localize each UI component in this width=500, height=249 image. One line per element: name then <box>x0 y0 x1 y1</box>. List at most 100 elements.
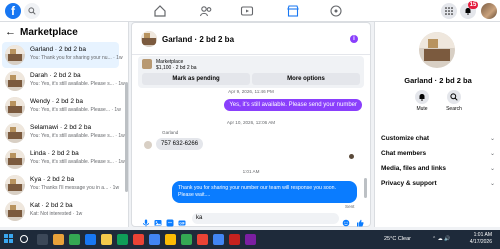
item-label: Chat members <box>381 150 427 157</box>
chevron-down-icon: ⌄ <box>489 181 495 187</box>
notification-badge: 15 <box>468 1 478 9</box>
info-icon[interactable]: i <box>350 35 358 43</box>
chrome-profile-icon[interactable] <box>117 234 128 245</box>
video-nav-icon[interactable] <box>240 4 254 18</box>
clock[interactable]: 1:01 AM 4/17/2026 <box>462 232 492 246</box>
conversation-title: Selamawi · 2 bd 2 ba <box>30 124 92 131</box>
listing-thumbnail[interactable] <box>142 59 152 69</box>
weather-widget[interactable]: 25°C Clear <box>384 236 411 242</box>
edge-icon[interactable] <box>85 234 96 245</box>
conversation-title: Garland · 2 bd 2 ba <box>30 46 87 53</box>
listing-price: $1,100 · 2 bd 2 ba <box>156 65 197 71</box>
chat-scrollbar[interactable] <box>364 178 367 198</box>
mute-label: Mute <box>416 106 428 112</box>
search-conversation-button[interactable]: Search <box>439 90 469 112</box>
app-icon[interactable] <box>245 234 256 245</box>
item-label: Customize chat <box>381 135 430 142</box>
windows-taskbar: 25°C Clear ⌃ ☁ 🔊 1:01 AM 4/17/2026 <box>0 230 500 249</box>
conversation-thumbnail <box>5 149 25 169</box>
search-button[interactable] <box>24 3 40 19</box>
windows-start-icon[interactable] <box>4 234 14 244</box>
sidebar-scrollbar[interactable] <box>125 82 128 192</box>
friends-nav-icon[interactable] <box>199 4 213 18</box>
profile-avatar[interactable] <box>481 3 497 19</box>
item-label: Media, files and links <box>381 165 447 172</box>
message-line: Thank you for sharing your number our te… <box>178 185 337 191</box>
top-navigation-bar: f 15 <box>0 0 500 22</box>
sender-avatar[interactable] <box>144 141 152 149</box>
chat-members-item[interactable]: Chat members ⌄ <box>381 150 495 157</box>
mark-pending-button[interactable]: Mark as pending <box>142 73 250 85</box>
conversation-snippet: You: Yes, it's still available. Please..… <box>30 107 121 113</box>
sticker-icon[interactable] <box>166 214 174 227</box>
conversation-snippet: Kat: Not interested · 1w <box>30 211 83 217</box>
customize-chat-item[interactable]: Customize chat ⌄ <box>381 135 495 142</box>
chrome-profile-icon[interactable] <box>197 234 208 245</box>
contact-avatar[interactable] <box>419 32 455 68</box>
conversation-item[interactable]: Garland · 2 bd 2 ba You: Thank you for sh… <box>2 42 123 68</box>
listing-card: Marketplace $1,100 · 2 bd 2 ba Mark as p… <box>138 56 364 88</box>
chat-title[interactable]: Garland · 2 bd 2 ba <box>162 35 234 44</box>
chrome-profile-icon[interactable] <box>133 234 144 245</box>
search-icon[interactable] <box>20 235 28 243</box>
conversation-item[interactable]: Darah · 2 bd 2 ba You: Yes, it's still av… <box>2 68 125 94</box>
conversation-item[interactable]: Selamawi · 2 bd 2 ba You: Yes, it's still… <box>2 120 125 146</box>
menu-button[interactable] <box>441 3 457 19</box>
conversation-list: Garland · 2 bd 2 ba You: Thank you for sh… <box>0 42 128 227</box>
search-icon <box>450 93 458 101</box>
conversation-snippet: You: Yes, it's still available. Please s… <box>30 81 125 87</box>
conversation-snippet: You: Thank you for sharing your nu... · … <box>30 55 123 61</box>
conversation-thumbnail <box>5 45 25 65</box>
outgoing-message[interactable]: Thank you for sharing your number our te… <box>172 181 357 203</box>
conversation-item[interactable]: Kat · 2 bd 2 ba Kat: Not interested · 1w <box>2 198 119 224</box>
contact-name: Garland · 2 bd 2 ba <box>404 76 472 85</box>
message-timestamp: Apr 9, 2026, 11:46 PM <box>228 89 274 94</box>
task-view-icon[interactable] <box>37 234 48 245</box>
svg-text:GIF: GIF <box>179 222 184 226</box>
gif-icon[interactable]: GIF <box>178 214 186 226</box>
system-tray-icons[interactable]: ⌃ ☁ 🔊 <box>432 236 450 242</box>
photo-icon[interactable] <box>154 214 162 226</box>
facebook-logo[interactable]: f <box>5 3 21 19</box>
conversation-title: Kat · 2 bd 2 ba <box>30 202 73 209</box>
conversation-thumbnail <box>5 97 25 117</box>
marketplace-nav-icon[interactable] <box>286 4 300 18</box>
media-files-links-item[interactable]: Media, files and links ⌄ <box>381 165 495 172</box>
sidebar-header: ← Marketplace <box>0 22 128 42</box>
conversation-item[interactable]: Kya · 2 bd 2 ba You: Thanks I'll message … <box>2 172 119 198</box>
conversation-thumbnail <box>5 71 25 91</box>
incoming-message[interactable]: 757 632-6266 <box>156 138 204 150</box>
conversation-title: Wendy · 2 bd 2 ba <box>30 98 83 105</box>
chrome-profile-icon[interactable] <box>181 234 192 245</box>
more-options-button[interactable]: More options <box>252 73 360 85</box>
app-icon[interactable] <box>53 234 64 245</box>
arrow-left-icon[interactable]: ← <box>5 26 16 38</box>
read-receipt-avatar <box>349 154 354 159</box>
file-explorer-icon[interactable] <box>101 234 112 245</box>
message-status: Sent <box>345 204 355 209</box>
chrome-profile-icon[interactable] <box>149 234 160 245</box>
conversation-item[interactable]: Marwane · 2 bd 2 ba <box>2 224 119 227</box>
chrome-profile-icon[interactable] <box>165 234 176 245</box>
mute-button[interactable]: Mute <box>407 90 437 112</box>
date-text: 4/17/2026 <box>469 239 492 245</box>
like-icon[interactable] <box>356 214 364 227</box>
microphone-icon[interactable] <box>142 214 150 227</box>
chat-avatar[interactable] <box>141 31 157 47</box>
chrome-profile-icon[interactable] <box>213 234 224 245</box>
privacy-support-item[interactable]: Privacy & support ⌄ <box>381 180 495 187</box>
chat-header: Garland · 2 bd 2 ba i <box>132 23 370 55</box>
conversation-thumbnail <box>5 123 25 143</box>
home-nav-icon[interactable] <box>153 4 167 18</box>
message-composer: GIF ka <box>132 211 370 227</box>
emoji-icon[interactable] <box>342 214 350 227</box>
gaming-nav-icon[interactable] <box>329 4 343 18</box>
conversation-item[interactable]: Linda · 2 bd 2 ba You: Yes, it's still av… <box>2 146 125 172</box>
conversation-item[interactable]: Wendy · 2 bd 2 ba You: Yes, it's still av… <box>2 94 121 120</box>
message-timestamp: 1:01 AM <box>242 169 260 174</box>
message-input[interactable]: ka <box>192 213 339 224</box>
chrome-icon[interactable] <box>69 234 80 245</box>
chrome-profile-icon[interactable] <box>229 234 240 245</box>
outgoing-message[interactable]: Yes, it's still available. Please send y… <box>224 99 362 111</box>
time-text: 1:01 AM <box>473 232 492 238</box>
